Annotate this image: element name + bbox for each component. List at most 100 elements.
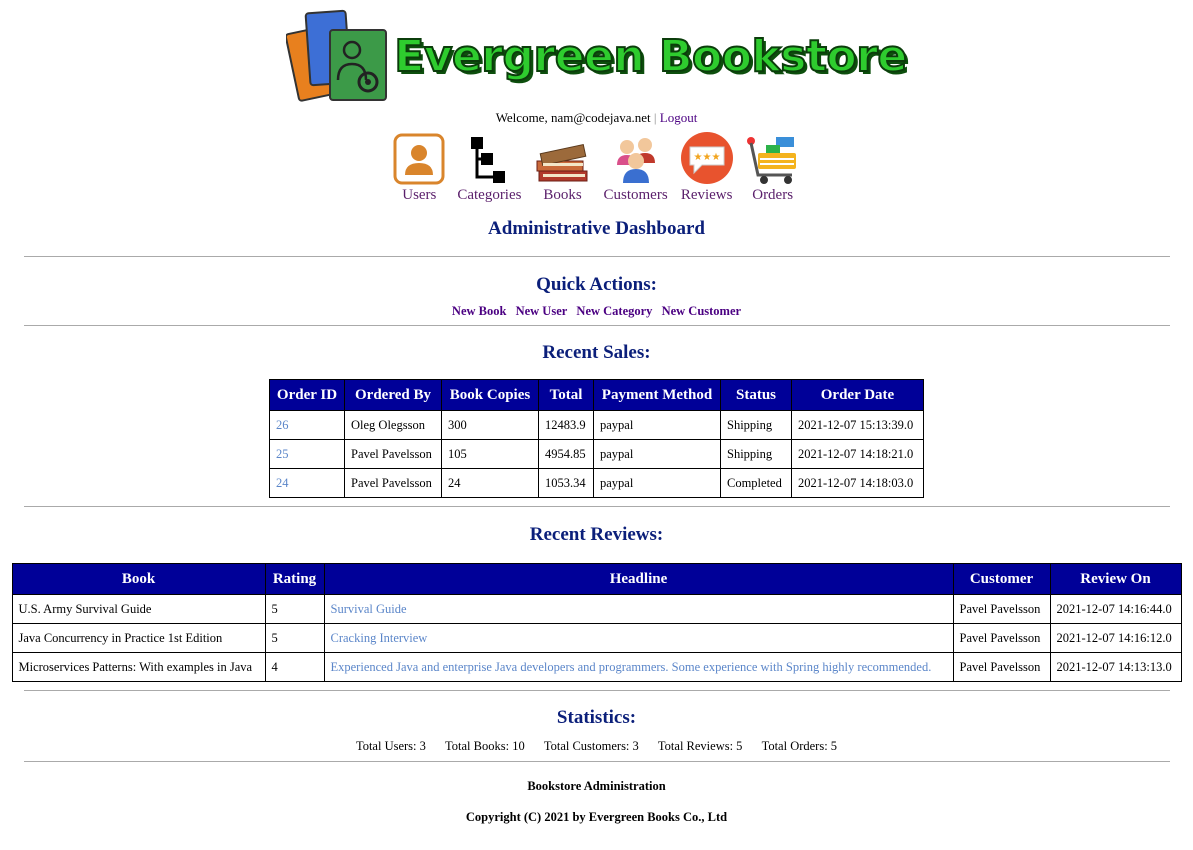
- new-category-link[interactable]: New Category: [576, 304, 652, 318]
- column-header: Status: [720, 379, 792, 411]
- table-row: 26 Oleg Olegsson 300 12483.9 paypal Ship…: [269, 410, 924, 440]
- column-header: Payment Method: [593, 379, 721, 411]
- table-cell: U.S. Army Survival Guide: [11, 594, 266, 624]
- shopping-cart-icon: [746, 131, 800, 185]
- table-cell: 2021-12-07 14:16:12.0: [1049, 623, 1182, 653]
- review-headline-link[interactable]: Experienced Java and enterprise Java dev…: [331, 660, 932, 674]
- footer-copyright: Copyright (C) 2021 by Evergreen Books Co…: [465, 810, 728, 824]
- divider: [23, 506, 1170, 507]
- new-user-link[interactable]: New User: [516, 304, 568, 318]
- table-cell: 25: [269, 439, 345, 469]
- stat-total-orders: Total Orders: 5: [761, 739, 838, 753]
- books-icon: [533, 131, 591, 185]
- divider: [23, 761, 1170, 762]
- admin-nav: Users Categories Books Customers ★★★ Rev…: [0, 132, 1193, 204]
- table-cell: Completed: [720, 468, 792, 498]
- column-header: Review On: [1049, 563, 1182, 595]
- table-cell: 2021-12-07 14:18:03.0: [791, 468, 924, 498]
- table-cell: Pavel Pavelsson: [952, 594, 1051, 624]
- stat-total-reviews: Total Reviews: 5: [657, 739, 743, 753]
- nav-item-users[interactable]: Users: [387, 131, 451, 204]
- column-header: Rating: [264, 563, 325, 595]
- welcome-bar: Welcome, nam@codejava.net | Logout: [0, 110, 1193, 126]
- nav-item-customers[interactable]: Customers: [597, 131, 673, 204]
- table-cell: Survival Guide: [323, 594, 954, 624]
- table-cell: Pavel Pavelsson: [344, 439, 442, 469]
- recent-sales-table: Order ID Ordered By Book Copies Total Pa…: [269, 379, 924, 498]
- nav-item-orders[interactable]: Orders: [740, 131, 806, 204]
- column-header: Book Copies: [441, 379, 539, 411]
- table-cell: Cracking Interview: [323, 623, 954, 653]
- nav-label-categories: Categories: [457, 187, 522, 203]
- dashboard-title: Administrative Dashboard: [488, 218, 705, 239]
- quick-actions-title: Quick Actions:: [536, 274, 657, 295]
- table-row: Java Concurrency in Practice 1st Edition…: [11, 623, 1182, 653]
- column-header: Headline: [323, 563, 954, 595]
- stat-total-customers: Total Customers: 3: [543, 739, 639, 753]
- table-cell: Pavel Pavelsson: [952, 623, 1051, 653]
- table-cell: Shipping: [720, 439, 792, 469]
- reviews-icon: ★★★: [680, 131, 734, 185]
- table-cell: 4: [264, 652, 325, 682]
- review-headline-link[interactable]: Cracking Interview: [331, 631, 428, 645]
- new-customer-link[interactable]: New Customer: [662, 304, 742, 318]
- table-cell: Java Concurrency in Practice 1st Edition: [11, 623, 266, 653]
- order-id-link[interactable]: 25: [276, 447, 289, 461]
- table-cell: 12483.9: [538, 410, 594, 440]
- stat-total-books: Total Books: 10: [445, 739, 525, 753]
- logout-link[interactable]: Logout: [660, 110, 698, 125]
- column-header: Customer: [952, 563, 1051, 595]
- footer-title: Bookstore Administration: [527, 779, 666, 793]
- table-cell: 5: [264, 594, 325, 624]
- order-id-link[interactable]: 26: [276, 418, 289, 432]
- order-id-link[interactable]: 24: [276, 476, 289, 490]
- table-cell: Pavel Pavelsson: [344, 468, 442, 498]
- books-logo-icon: [285, 8, 390, 104]
- logo-title: Evergreen Bookstore: [393, 30, 908, 83]
- statistics-line: Total Users: 3 Total Books: 10 Total Cus…: [0, 739, 1193, 754]
- table-cell: Shipping: [720, 410, 792, 440]
- quick-actions: New Book New User New Category New Custo…: [0, 304, 1193, 319]
- nav-item-categories[interactable]: Categories: [451, 131, 527, 204]
- nav-item-books[interactable]: Books: [527, 131, 597, 204]
- table-row: 25 Pavel Pavelsson 105 4954.85 paypal Sh…: [269, 439, 924, 469]
- table-cell: 24: [269, 468, 345, 498]
- admin-page: Evergreen Bookstore Welcome, nam@codejav…: [0, 0, 1193, 825]
- table-cell: 2021-12-07 14:16:44.0: [1049, 594, 1182, 624]
- table-cell: paypal: [593, 439, 721, 469]
- divider: [23, 690, 1170, 691]
- table-cell: paypal: [593, 468, 721, 498]
- review-headline-link[interactable]: Survival Guide: [331, 602, 407, 616]
- table-cell: Experienced Java and enterprise Java dev…: [323, 652, 954, 682]
- statistics-title: Statistics:: [556, 707, 637, 728]
- customers-icon: [611, 131, 661, 185]
- categories-icon: [469, 131, 509, 185]
- logo-banner[interactable]: Evergreen Bookstore: [0, 0, 1193, 106]
- column-header: Order Date: [791, 379, 924, 411]
- table-cell: 105: [441, 439, 539, 469]
- recent-reviews-title: Recent Reviews:: [529, 524, 664, 545]
- table-header-row: Order ID Ordered By Book Copies Total Pa…: [269, 379, 924, 411]
- column-header: Book: [11, 563, 266, 595]
- table-cell: Oleg Olegsson: [344, 410, 442, 440]
- nav-label-books: Books: [543, 187, 582, 203]
- table-cell: Microservices Patterns: With examples in…: [11, 652, 266, 682]
- new-book-link[interactable]: New Book: [452, 304, 507, 318]
- nav-item-reviews[interactable]: ★★★ Reviews: [674, 131, 740, 204]
- column-header: Order ID: [269, 379, 345, 411]
- table-cell: Pavel Pavelsson: [952, 652, 1051, 682]
- nav-label-users: Users: [402, 187, 437, 203]
- table-cell: 2021-12-07 15:13:39.0: [791, 410, 924, 440]
- table-cell: 1053.34: [538, 468, 594, 498]
- table-row: U.S. Army Survival Guide 5 Survival Guid…: [11, 594, 1182, 624]
- table-cell: 26: [269, 410, 345, 440]
- table-cell: paypal: [593, 410, 721, 440]
- stat-total-users: Total Users: 3: [355, 739, 426, 753]
- table-row: Microservices Patterns: With examples in…: [11, 652, 1182, 682]
- divider: [23, 256, 1170, 257]
- users-icon: [393, 131, 445, 185]
- svg-text:★★★: ★★★: [693, 152, 720, 163]
- nav-label-reviews: Reviews: [680, 187, 733, 203]
- table-cell: 5: [264, 623, 325, 653]
- table-header-row: Book Rating Headline Customer Review On: [11, 563, 1182, 595]
